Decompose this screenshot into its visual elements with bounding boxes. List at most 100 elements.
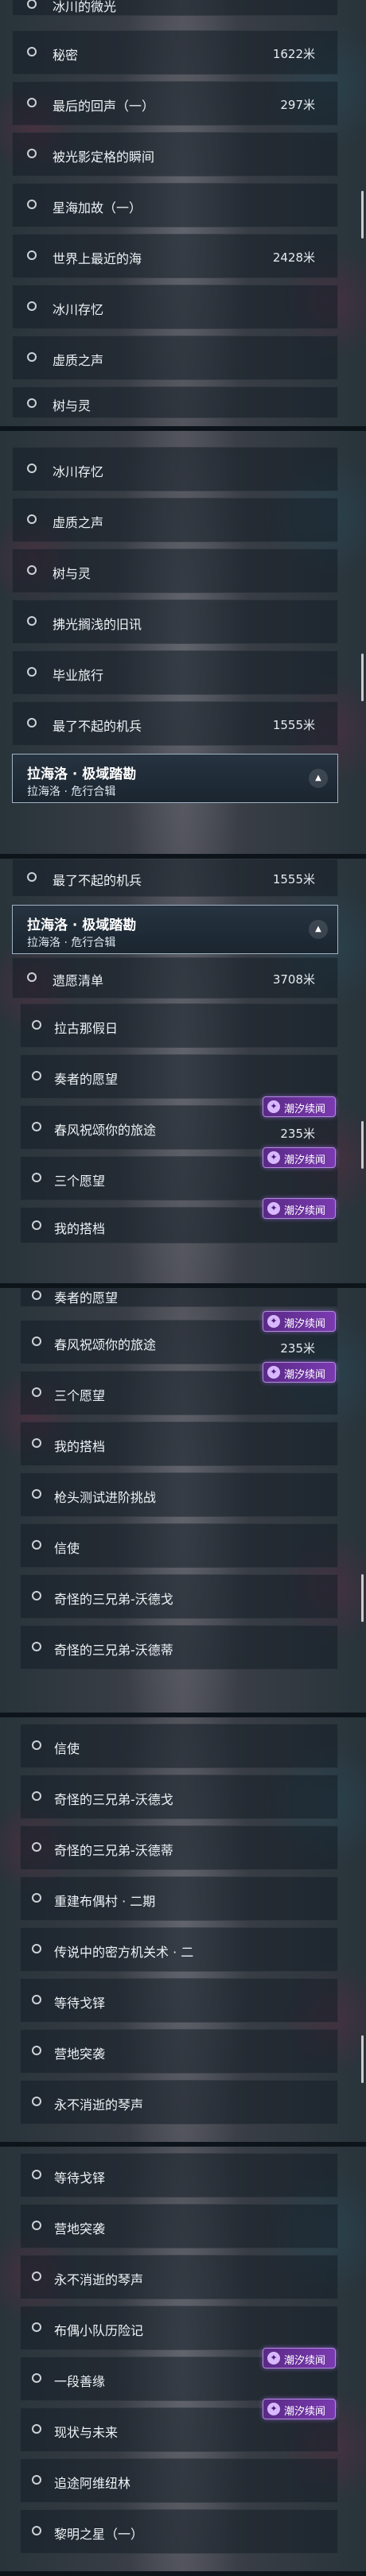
status-circle-icon (27, 149, 37, 158)
status-circle-icon (32, 1438, 41, 1448)
list-item[interactable]: 最了不起的机兵 1555米 (12, 701, 338, 746)
quest-label: 三个愿望 (54, 1388, 106, 1403)
list-item[interactable]: 冰川存忆 (12, 447, 338, 491)
status-circle-icon (32, 1540, 41, 1550)
quest-label: 奇怪的三兄弟-沃德蒂 (54, 1843, 173, 1858)
list-item[interactable]: 春风祝颂你的旅途 235米 ✦ 潮汐续闻 (20, 1311, 338, 1364)
scrollbar[interactable] (361, 1574, 364, 1622)
list-item[interactable]: 奇怪的三兄弟-沃德蒂 (20, 1825, 338, 1870)
list-item[interactable]: 最后的回声（一） 297米 (12, 81, 338, 126)
quest-label: 星海加故（一） (53, 200, 142, 215)
badge-label: 潮汐续闻 (284, 1104, 326, 1115)
collapse-icon[interactable]: ▲ (309, 769, 328, 788)
list-item[interactable]: 营地突袭 (20, 2204, 338, 2248)
quest-distance: 235米 (280, 1127, 315, 1141)
quest-label: 冰川存忆 (53, 464, 104, 479)
list-item[interactable]: 春风祝颂你的旅途 235米 ✦ 潮汐续闻 (20, 1096, 338, 1150)
list-item[interactable]: 冰川存忆 (12, 285, 338, 329)
status-circle-icon (32, 1791, 41, 1801)
quest-distance: 1555米 (272, 718, 315, 732)
group-subtitle: 拉海洛 · 危行合辑 (27, 937, 116, 949)
tide-icon: ✦ (267, 1202, 280, 1215)
status-circle-icon (27, 352, 37, 362)
tide-icon: ✦ (267, 2352, 280, 2365)
collapse-icon[interactable]: ▲ (309, 920, 328, 939)
list-item[interactable]: 毕业旅行 (12, 650, 338, 695)
list-item[interactable]: 虚质之声 (12, 336, 338, 380)
list-item[interactable]: 信使 (20, 1724, 338, 1768)
quest-label: 奇怪的三兄弟-沃德蒂 (54, 1643, 173, 1658)
quest-label: 奇怪的三兄弟-沃德戈 (54, 1792, 173, 1807)
scrollbar[interactable] (361, 1121, 364, 1169)
list-item[interactable]: 追途阿维纽林 (20, 2458, 338, 2503)
status-circle-icon (32, 2526, 41, 2535)
list-item[interactable]: 虚质之声 (12, 498, 338, 542)
list-item[interactable]: 星海加故（一） (12, 183, 338, 227)
list-item[interactable]: 遗愿清单 3708米 (12, 957, 338, 999)
scrollbar[interactable] (361, 654, 364, 701)
badge-label: 潮汐续闻 (284, 1318, 326, 1330)
scrollbar[interactable] (361, 191, 364, 239)
list-item[interactable]: 拂光搁浅的旧讯 (12, 599, 338, 644)
list-item[interactable]: 信使 (20, 1523, 338, 1568)
quest-distance: 235米 (280, 1341, 315, 1356)
quest-label: 我的搭档 (54, 1439, 106, 1454)
list-item[interactable]: 现状与未来 ✦ 潮汐续闻 (20, 2399, 338, 2452)
quest-label: 一段善缘 (54, 2374, 106, 2389)
list-item[interactable]: 永不消逝的琴声 (20, 2255, 338, 2299)
status-circle-icon (32, 2097, 41, 2106)
quest-label: 奏者的愿望 (54, 1072, 119, 1087)
list-item[interactable]: 重建布偶村 · 二期 (20, 1876, 338, 1921)
status-circle-icon (32, 2475, 41, 2485)
list-item[interactable]: 奏者的愿望 (20, 1054, 338, 1099)
list-item[interactable]: 黎明之星（一） (20, 2509, 338, 2554)
group-header[interactable]: 拉海洛 · 极域踏勘 拉海洛 · 危行合辑 ▲ (12, 754, 338, 803)
quest-label: 被光影定格的瞬间 (53, 149, 155, 165)
status-circle-icon (32, 1591, 41, 1600)
list-item[interactable]: 奏者的愿望 (20, 1288, 338, 1307)
quest-label: 等待戈铎 (54, 2171, 106, 2186)
list-item[interactable]: 秘密 1622米 (12, 30, 338, 75)
list-item[interactable]: 树与灵 (12, 549, 338, 593)
list-item[interactable]: 拉古那假日 (20, 1003, 338, 1048)
tide-news-badge: ✦ 潮汐续闻 (263, 1096, 336, 1117)
quest-label: 黎明之星（一） (54, 2527, 144, 2542)
list-item[interactable]: 被光影定格的瞬间 (12, 132, 338, 177)
quest-label: 树与灵 (53, 398, 92, 413)
quest-label: 虚质之声 (53, 353, 104, 368)
quest-label: 追途阿维纽林 (54, 2476, 131, 2491)
status-circle-icon (27, 565, 37, 575)
list-item[interactable]: 奇怪的三兄弟-沃德戈 (20, 1775, 338, 1819)
scrollbar[interactable] (361, 2035, 364, 2083)
list-item[interactable]: 一段善缘 ✦ 潮汐续闻 (20, 2348, 338, 2401)
status-circle-icon (32, 1336, 41, 1346)
list-item[interactable]: 我的搭档 (20, 1422, 338, 1466)
list-item[interactable]: 等待戈铎 (20, 1978, 338, 2023)
quest-distance: 1622米 (272, 47, 315, 61)
list-item[interactable]: 等待戈铎 (20, 2153, 338, 2198)
list-item[interactable]: 三个愿望 ✦ 潮汐续闻 (20, 1362, 338, 1415)
status-circle-icon (27, 872, 37, 882)
list-item[interactable]: 传说中的密方机关术 · 二 (20, 1927, 338, 1972)
quest-label: 最后的回声（一） (53, 99, 155, 114)
list-item[interactable]: 世界上最近的海 2428米 (12, 234, 338, 278)
list-item[interactable]: 奇怪的三兄弟-沃德戈 (20, 1574, 338, 1619)
list-item[interactable]: 布偶小队历险记 (20, 2306, 338, 2350)
list-item[interactable]: 最了不起的机兵 1555米 (12, 859, 338, 897)
group-header[interactable]: 拉海洛 · 极域踏勘 拉海洛 · 危行合辑 ▲ (12, 905, 338, 954)
panel-1: 冰川的微光 秘密 1622米 最后的回声（一） 297米 被光影定格的瞬间 星海… (0, 0, 366, 431)
badge-label: 潮汐续闻 (284, 1205, 326, 1217)
list-item[interactable]: 三个愿望 ✦ 潮汐续闻 (20, 1147, 338, 1201)
list-item[interactable]: 我的搭档 ✦ 潮汐续闻 (20, 1198, 338, 1243)
quest-label: 三个愿望 (54, 1174, 106, 1189)
list-item[interactable]: 奇怪的三兄弟-沃德蒂 (20, 1625, 338, 1670)
list-item[interactable]: 枪头测试进阶挑战 (20, 1472, 338, 1517)
list-item[interactable]: 永不消逝的琴声 (20, 2080, 338, 2124)
status-circle-icon (32, 1893, 41, 1903)
status-circle-icon (27, 464, 37, 473)
list-item[interactable]: 树与灵 (12, 386, 338, 418)
list-item[interactable]: 冰川的微光 (12, 0, 338, 16)
list-item[interactable]: 营地突袭 (20, 2029, 338, 2074)
quest-label: 等待戈铎 (54, 1996, 106, 2011)
badge-label: 潮汐续闻 (284, 2355, 326, 2367)
